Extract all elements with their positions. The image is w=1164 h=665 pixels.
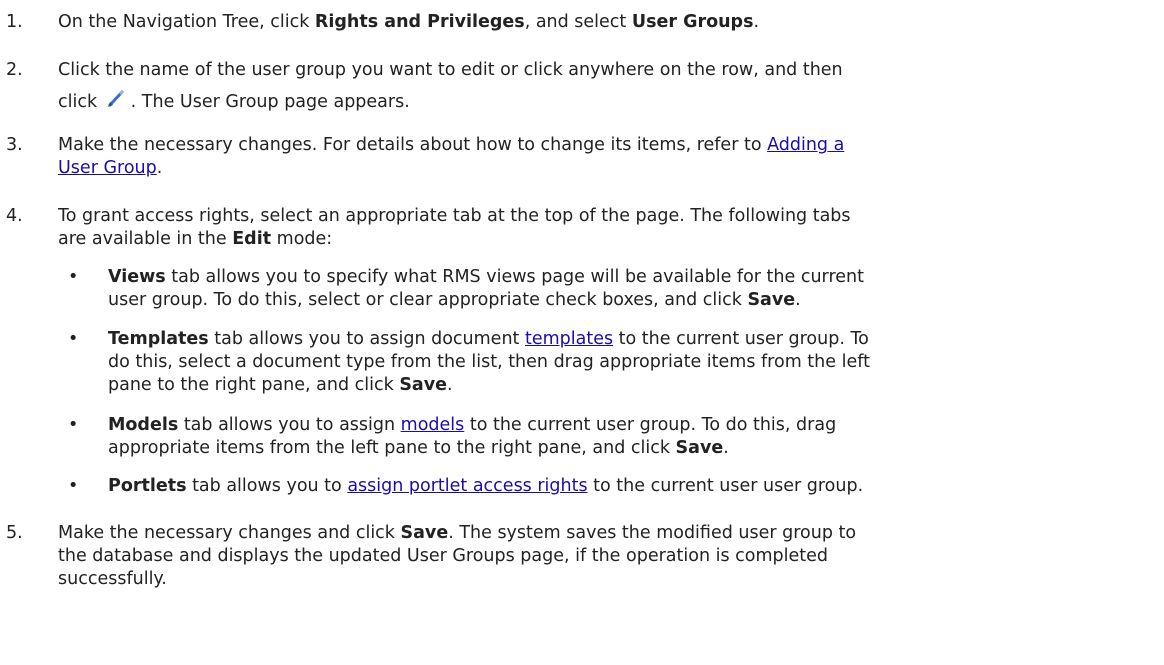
text-run: .: [795, 290, 801, 310]
text-line: pane to the right pane, and click Save.: [108, 374, 1148, 397]
text-line: User Group.: [58, 157, 1118, 180]
bold-term: User Groups: [631, 12, 754, 32]
bold-term: Save: [399, 375, 448, 395]
text-run: to the current user group. To: [613, 329, 869, 349]
text-line: Portlets tab allows you to assign portle…: [108, 475, 1148, 498]
text-run: tab allows you to assign document: [208, 329, 525, 349]
bullet-dot: •: [68, 329, 79, 349]
text-line: Make the necessary changes. For details …: [58, 134, 1118, 157]
bold-term: Portlets: [108, 476, 187, 496]
text-run: to the current user group. To do this, d…: [464, 415, 837, 435]
adding-user-group-link[interactable]: User Group: [58, 158, 157, 178]
text-run: pane to the right pane, and click: [108, 375, 400, 395]
bold-term: Templates: [108, 329, 209, 349]
text-line: do this, select a document type from the…: [108, 352, 870, 372]
bullet-text: Templates tab allows you to assign docum…: [108, 328, 1148, 397]
bold-term: Edit: [232, 229, 272, 249]
step-number: 4.: [6, 206, 23, 226]
step-text: Click the name of the user group you wan…: [58, 59, 1118, 114]
text-run: . The User Group page appears.: [130, 92, 410, 112]
text-run: to the current user user group.: [587, 476, 864, 496]
text-line: are available in the Edit mode:: [58, 228, 1118, 251]
text-run: mode:: [271, 229, 333, 249]
text-run: user group. To do this, select or clear …: [108, 290, 748, 310]
text-line: appropriate items from the left pane to …: [108, 437, 1148, 460]
bullet-dot: •: [68, 415, 79, 435]
text-line: Make the necessary changes and click Sav…: [58, 522, 1118, 545]
step-number: 3.: [6, 135, 23, 155]
text-line: Click the name of the user group you wan…: [58, 60, 843, 80]
step-number: 1.: [6, 12, 23, 32]
text-run: .: [156, 158, 163, 178]
text-run: tab allows you to assign: [178, 415, 401, 435]
text-run: tab allows you to specify what RMS views…: [165, 267, 864, 287]
bullet-dot: •: [68, 267, 79, 287]
text-run: Make the necessary changes and click: [58, 523, 401, 543]
text-line: Templates tab allows you to assign docum…: [108, 328, 1148, 351]
bold-term: Save: [400, 523, 449, 543]
step-text: Make the necessary changes and click Sav…: [58, 522, 1118, 591]
text-run: Make the necessary changes. For details …: [58, 135, 768, 155]
bold-term: Views: [108, 267, 166, 287]
bold-term: Models: [108, 415, 179, 435]
text-run: .: [753, 12, 760, 32]
step-text: To grant access rights, select an approp…: [58, 205, 1118, 251]
text-run: , and select: [524, 12, 632, 32]
text-run: tab allows you to: [186, 476, 348, 496]
bold-term: Save: [675, 438, 724, 458]
text-run: .: [447, 375, 453, 395]
procedure-document: 1. On the Navigation Tree, click Rights …: [0, 0, 1164, 665]
text-line: click . The User Group page appears.: [58, 86, 1118, 114]
bullet-text: Portlets tab allows you to assign portle…: [108, 475, 1148, 498]
step-text: Make the necessary changes. For details …: [58, 134, 1118, 180]
step-text: On the Navigation Tree, click Rights and…: [58, 11, 1118, 34]
text-line: Views tab allows you to specify what RMS…: [108, 266, 1148, 289]
assign-portlet-access-rights-link[interactable]: assign portlet access rights: [347, 476, 587, 496]
text-line: Models tab allows you to assign models t…: [108, 414, 1148, 437]
text-run: click: [58, 92, 103, 112]
text-run: .: [723, 438, 729, 458]
text-run: are available in the: [58, 229, 233, 249]
bullet-text: Views tab allows you to specify what RMS…: [108, 266, 1148, 312]
bullet-text: Models tab allows you to assign models t…: [108, 414, 1148, 460]
step-number: 2.: [6, 60, 23, 80]
pencil-edit-icon[interactable]: [103, 86, 131, 110]
step-number: 5.: [6, 523, 23, 543]
text-line: user group. To do this, select or clear …: [108, 289, 1148, 312]
templates-link[interactable]: templates: [525, 329, 613, 349]
models-link[interactable]: models: [401, 415, 465, 435]
text-line: successfully.: [58, 569, 167, 589]
text-line: To grant access rights, select an approp…: [58, 206, 851, 226]
text-run: On the Navigation Tree, click: [58, 12, 315, 32]
bullet-dot: •: [68, 476, 79, 496]
bold-term: Rights and Privileges: [314, 12, 525, 32]
bold-term: Save: [747, 290, 796, 310]
text-run: appropriate items from the left pane to …: [108, 438, 676, 458]
text-line: the database and displays the updated Us…: [58, 546, 828, 566]
text-run: . The system saves the modified user gro…: [448, 523, 857, 543]
adding-user-group-link[interactable]: Adding a: [767, 135, 844, 155]
